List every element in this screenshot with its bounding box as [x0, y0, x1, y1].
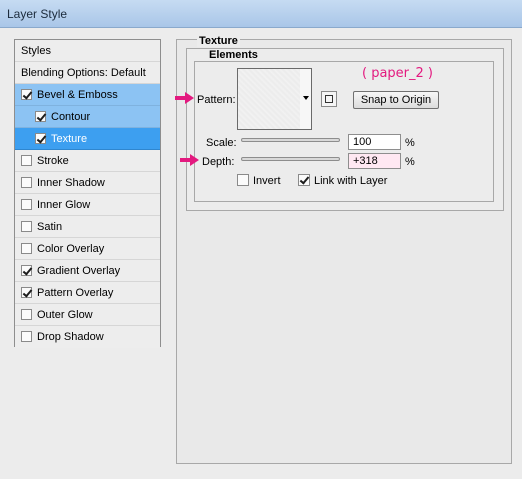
style-item-stroke[interactable]: Stroke — [15, 150, 160, 172]
style-item-gradient-overlay[interactable]: Gradient Overlay — [15, 260, 160, 282]
title-bar: Layer Style — [0, 0, 522, 28]
style-item-outer-glow[interactable]: Outer Glow — [15, 304, 160, 326]
pink-arrow-icon — [175, 92, 194, 104]
link-with-layer-checkbox[interactable] — [298, 174, 310, 186]
scale-input[interactable]: 100 — [348, 134, 401, 150]
styles-header[interactable]: Styles — [15, 40, 160, 62]
pattern-annotation: ( paper_2 ) — [362, 66, 433, 81]
styles-list: Styles Blending Options: Default Bevel &… — [14, 39, 161, 348]
snap-to-origin-button[interactable]: Snap to Origin — [353, 91, 439, 109]
blending-options-item[interactable]: Blending Options: Default — [15, 62, 160, 84]
satin-checkbox[interactable] — [21, 221, 32, 232]
style-item-pattern-overlay[interactable]: Pattern Overlay — [15, 282, 160, 304]
stroke-checkbox[interactable] — [21, 155, 32, 166]
scale-unit: % — [405, 137, 415, 149]
texture-checkbox[interactable] — [35, 133, 46, 144]
link-with-layer-label: Link with Layer — [314, 175, 388, 187]
drop-shadow-checkbox[interactable] — [21, 331, 32, 342]
style-item-texture[interactable]: Texture — [15, 128, 160, 150]
pink-arrow-icon — [180, 154, 199, 166]
inner-glow-checkbox[interactable] — [21, 199, 32, 210]
style-item-color-overlay[interactable]: Color Overlay — [15, 238, 160, 260]
pattern-label: Pattern: — [197, 94, 236, 106]
pattern-swatch[interactable] — [237, 68, 301, 130]
invert-label: Invert — [253, 175, 281, 187]
pattern-dropdown[interactable] — [300, 68, 312, 130]
style-item-drop-shadow[interactable]: Drop Shadow — [15, 326, 160, 348]
pattern-overlay-checkbox[interactable] — [21, 287, 32, 298]
outer-glow-checkbox[interactable] — [21, 309, 32, 320]
contour-checkbox[interactable] — [35, 111, 46, 122]
depth-label: Depth: — [202, 156, 235, 168]
depth-slider-track[interactable] — [241, 157, 340, 161]
style-item-inner-glow[interactable]: Inner Glow — [15, 194, 160, 216]
bevel-emboss-checkbox[interactable] — [21, 89, 32, 100]
style-item-inner-shadow[interactable]: Inner Shadow — [15, 172, 160, 194]
invert-checkbox[interactable] — [237, 174, 249, 186]
style-item-bevel-emboss[interactable]: Bevel & Emboss — [15, 84, 160, 106]
scale-label: Scale: — [206, 137, 237, 149]
style-item-satin[interactable]: Satin — [15, 216, 160, 238]
depth-input[interactable]: +318 — [348, 153, 401, 169]
new-preset-button[interactable] — [321, 91, 337, 107]
inner-shadow-checkbox[interactable] — [21, 177, 32, 188]
color-overlay-checkbox[interactable] — [21, 243, 32, 254]
new-preset-icon — [325, 95, 333, 103]
scale-slider-track[interactable] — [241, 138, 340, 142]
chevron-down-icon — [303, 96, 309, 100]
gradient-overlay-checkbox[interactable] — [21, 265, 32, 276]
elements-group-title: Elements — [207, 49, 260, 61]
window-title: Layer Style — [7, 7, 68, 21]
texture-group-title: Texture — [197, 35, 240, 47]
style-item-contour[interactable]: Contour — [15, 106, 160, 128]
depth-unit: % — [405, 156, 415, 168]
